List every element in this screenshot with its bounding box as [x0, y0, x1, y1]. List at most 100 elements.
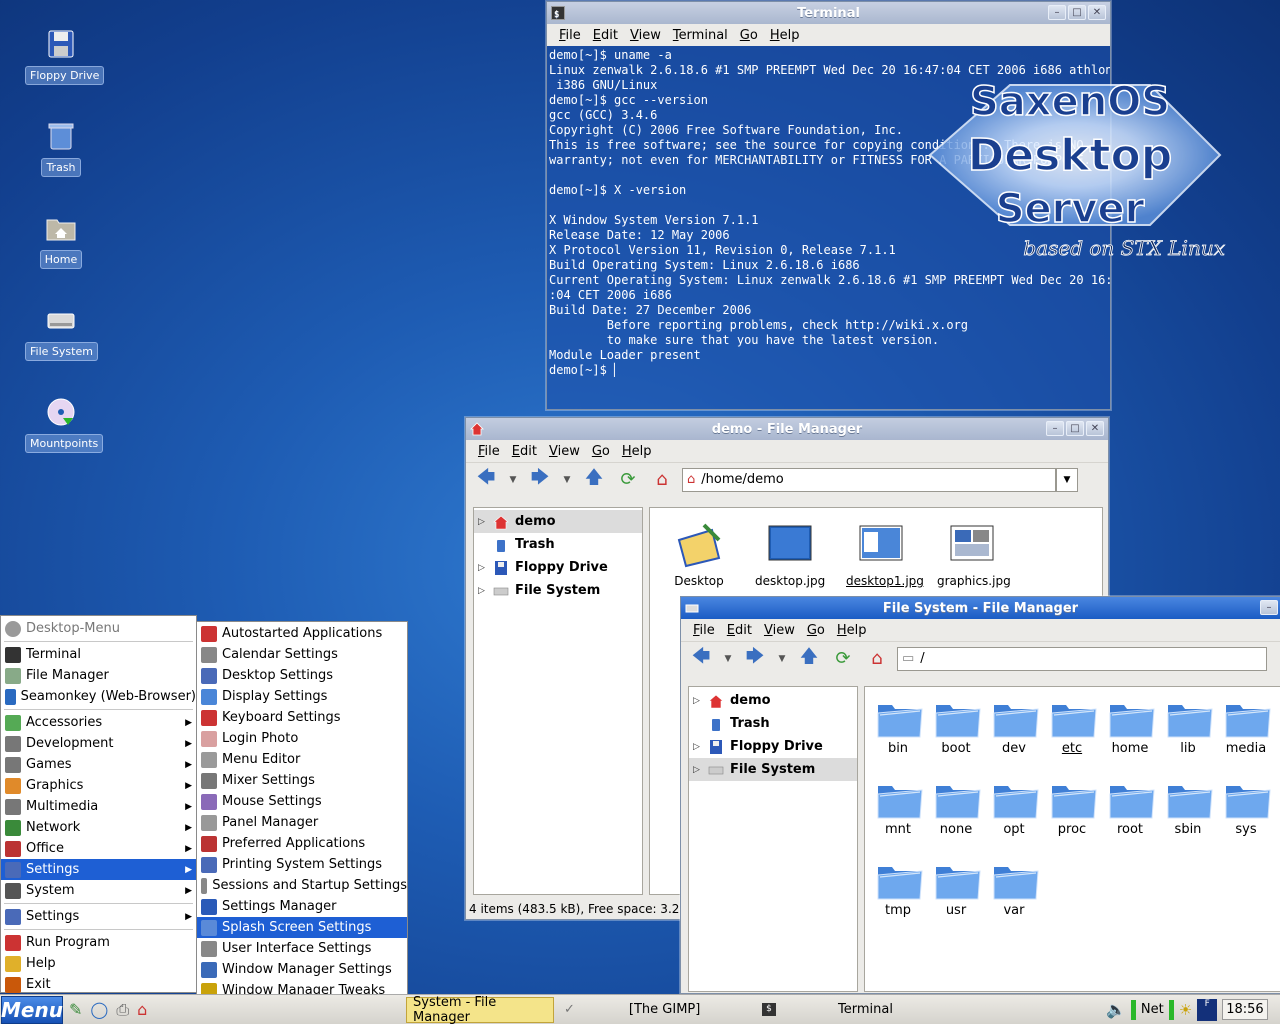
- side-pane-tree[interactable]: ▷ demo Trash ▷ Floppy Drive ▷ File System: [473, 507, 643, 895]
- settings-item-user-interface-settings[interactable]: User Interface Settings: [197, 938, 407, 959]
- desktop-icon-file-system[interactable]: File System: [25, 304, 98, 361]
- menu-go[interactable]: Go: [734, 28, 764, 43]
- menu-item-development[interactable]: Development ▶: [1, 733, 196, 754]
- weather-icon[interactable]: ☀: [1179, 1001, 1192, 1019]
- side-pane-tree[interactable]: ▷ demo Trash ▷ Floppy Drive ▷ File System: [688, 686, 858, 992]
- menu-item-seamonkey-web-browser[interactable]: Seamonkey (Web-Browser): [1, 686, 196, 707]
- location-field[interactable]: ▭ /: [897, 646, 1267, 671]
- menu-terminal[interactable]: Terminal: [667, 28, 734, 43]
- tree-item-file-system[interactable]: ▷ File System: [474, 579, 642, 602]
- clock[interactable]: 18:56: [1222, 999, 1268, 1020]
- folder-item[interactable]: none: [927, 778, 985, 837]
- menu-item-exit[interactable]: Exit: [1, 974, 196, 995]
- volume-icon[interactable]: 🔈: [1106, 1000, 1126, 1019]
- back-arrow-icon[interactable]: 🡄: [687, 646, 715, 672]
- menu-item-file-manager[interactable]: File Manager: [1, 665, 196, 686]
- back-arrow-icon[interactable]: 🡄: [472, 467, 500, 493]
- refresh-icon[interactable]: ⟳: [614, 467, 642, 493]
- menu-edit[interactable]: Edit: [506, 444, 543, 459]
- desktop-icon-home[interactable]: Home: [25, 212, 97, 269]
- settings-item-autostarted-applications[interactable]: Autostarted Applications: [197, 623, 407, 644]
- folder-item[interactable]: opt: [985, 778, 1043, 837]
- minimize-button[interactable]: –: [1260, 600, 1278, 615]
- settings-item-preferred-applications[interactable]: Preferred Applications: [197, 833, 407, 854]
- home-icon[interactable]: ⌂: [648, 467, 676, 493]
- settings-item-login-photo[interactable]: Login Photo: [197, 728, 407, 749]
- folder-item[interactable]: sys: [1217, 778, 1275, 837]
- folder-item[interactable]: bin: [869, 697, 927, 756]
- file-view[interactable]: bin boot dev etc home lib media mnt none opt proc r…: [864, 686, 1280, 992]
- chevron-down-icon[interactable]: ▼: [506, 467, 520, 493]
- web-browser-icon[interactable]: ◯: [90, 1000, 108, 1019]
- tree-item-trash[interactable]: Trash: [474, 533, 642, 556]
- tree-item-floppy-drive[interactable]: ▷ Floppy Drive: [474, 556, 642, 579]
- task-terminal[interactable]: $ Terminal: [756, 997, 936, 1023]
- tree-item-trash[interactable]: Trash: [689, 712, 857, 735]
- menu-item-help[interactable]: Help: [1, 953, 196, 974]
- settings-item-mouse-settings[interactable]: Mouse Settings: [197, 791, 407, 812]
- menu-help[interactable]: Help: [764, 28, 806, 43]
- menu-item-settings[interactable]: Settings ▶: [1, 859, 196, 880]
- settings-item-sessions-and-startup-settings[interactable]: Sessions and Startup Settings: [197, 875, 407, 896]
- menu-file[interactable]: File: [687, 623, 721, 638]
- settings-item-menu-editor[interactable]: Menu Editor: [197, 749, 407, 770]
- location-field[interactable]: ⌂ /home/demo: [682, 467, 1056, 492]
- settings-item-settings-manager[interactable]: Settings Manager: [197, 896, 407, 917]
- menu-item-system[interactable]: System ▶: [1, 880, 196, 901]
- up-arrow-icon[interactable]: 🡅: [795, 646, 823, 672]
- folder-item[interactable]: sbin: [1159, 778, 1217, 837]
- refresh-icon[interactable]: ⟳: [829, 646, 857, 672]
- settings-item-keyboard-settings[interactable]: Keyboard Settings: [197, 707, 407, 728]
- chevron-down-icon[interactable]: ▼: [775, 646, 789, 672]
- keyboard-layout-icon[interactable]: F: [1197, 998, 1218, 1021]
- menu-item-accessories[interactable]: Accessories ▶: [1, 712, 196, 733]
- home-icon[interactable]: ⌂: [863, 646, 891, 672]
- desktop-icon-floppy-drive[interactable]: Floppy Drive: [25, 28, 105, 85]
- chevron-down-icon[interactable]: ▼: [560, 467, 574, 493]
- maximize-button[interactable]: □: [1068, 5, 1086, 20]
- folder-item[interactable]: dev: [985, 697, 1043, 756]
- menu-view[interactable]: View: [543, 444, 586, 459]
- folder-item[interactable]: media: [1217, 697, 1275, 756]
- file-item[interactable]: graphics.jpg: [937, 520, 1011, 588]
- chevron-down-icon[interactable]: ▼: [721, 646, 735, 672]
- tree-item-demo[interactable]: ▷ demo: [474, 510, 642, 533]
- tree-item-floppy-drive[interactable]: ▷ Floppy Drive: [689, 735, 857, 758]
- menu-edit[interactable]: Edit: [587, 28, 624, 43]
- menu-item-office[interactable]: Office ▶: [1, 838, 196, 859]
- desktop-icon-trash[interactable]: Trash: [25, 120, 97, 177]
- folder-item[interactable]: tmp: [869, 859, 927, 918]
- maximize-button[interactable]: □: [1066, 421, 1084, 436]
- menu-edit[interactable]: Edit: [721, 623, 758, 638]
- location-dropdown-button[interactable]: ▼: [1056, 467, 1078, 492]
- text-editor-icon[interactable]: ✎: [69, 1000, 82, 1019]
- menu-item-games[interactable]: Games ▶: [1, 754, 196, 775]
- menu-file[interactable]: File: [472, 444, 506, 459]
- expander-arrow-icon[interactable]: ▷: [478, 586, 492, 596]
- menu-item-multimedia[interactable]: Multimedia ▶: [1, 796, 196, 817]
- folder-item[interactable]: root: [1101, 778, 1159, 837]
- minimize-button[interactable]: –: [1048, 5, 1066, 20]
- task-the-gimp[interactable]: ✓ [The GIMP]: [558, 997, 748, 1023]
- settings-item-printing-system-settings[interactable]: Printing System Settings: [197, 854, 407, 875]
- menu-go[interactable]: Go: [586, 444, 616, 459]
- folder-item[interactable]: boot: [927, 697, 985, 756]
- settings-item-window-manager-settings[interactable]: Window Manager Settings: [197, 959, 407, 980]
- file-item[interactable]: desktop.jpg: [755, 520, 825, 588]
- minimize-button[interactable]: –: [1046, 421, 1064, 436]
- folder-item[interactable]: etc: [1043, 697, 1101, 756]
- up-arrow-icon[interactable]: 🡅: [580, 467, 608, 493]
- folder-item[interactable]: home: [1101, 697, 1159, 756]
- forward-arrow-icon[interactable]: 🡆: [526, 467, 554, 493]
- menu-button[interactable]: Menu: [1, 995, 63, 1024]
- home-icon[interactable]: ⌂: [137, 1000, 147, 1019]
- expander-arrow-icon[interactable]: ▷: [693, 765, 707, 775]
- menu-item-network[interactable]: Network ▶: [1, 817, 196, 838]
- task-system-file-manager[interactable]: System - File Manager: [406, 995, 554, 1024]
- expander-arrow-icon[interactable]: ▷: [693, 742, 707, 752]
- file-item[interactable]: desktop1.jpg: [846, 520, 924, 588]
- printer-icon[interactable]: ⎙: [116, 1000, 129, 1020]
- file-manager-filesystem-window[interactable]: File System - File Manager – File Edit Vie…: [680, 596, 1280, 994]
- menu-item-terminal[interactable]: Terminal: [1, 644, 196, 665]
- folder-item[interactable]: var: [985, 859, 1043, 918]
